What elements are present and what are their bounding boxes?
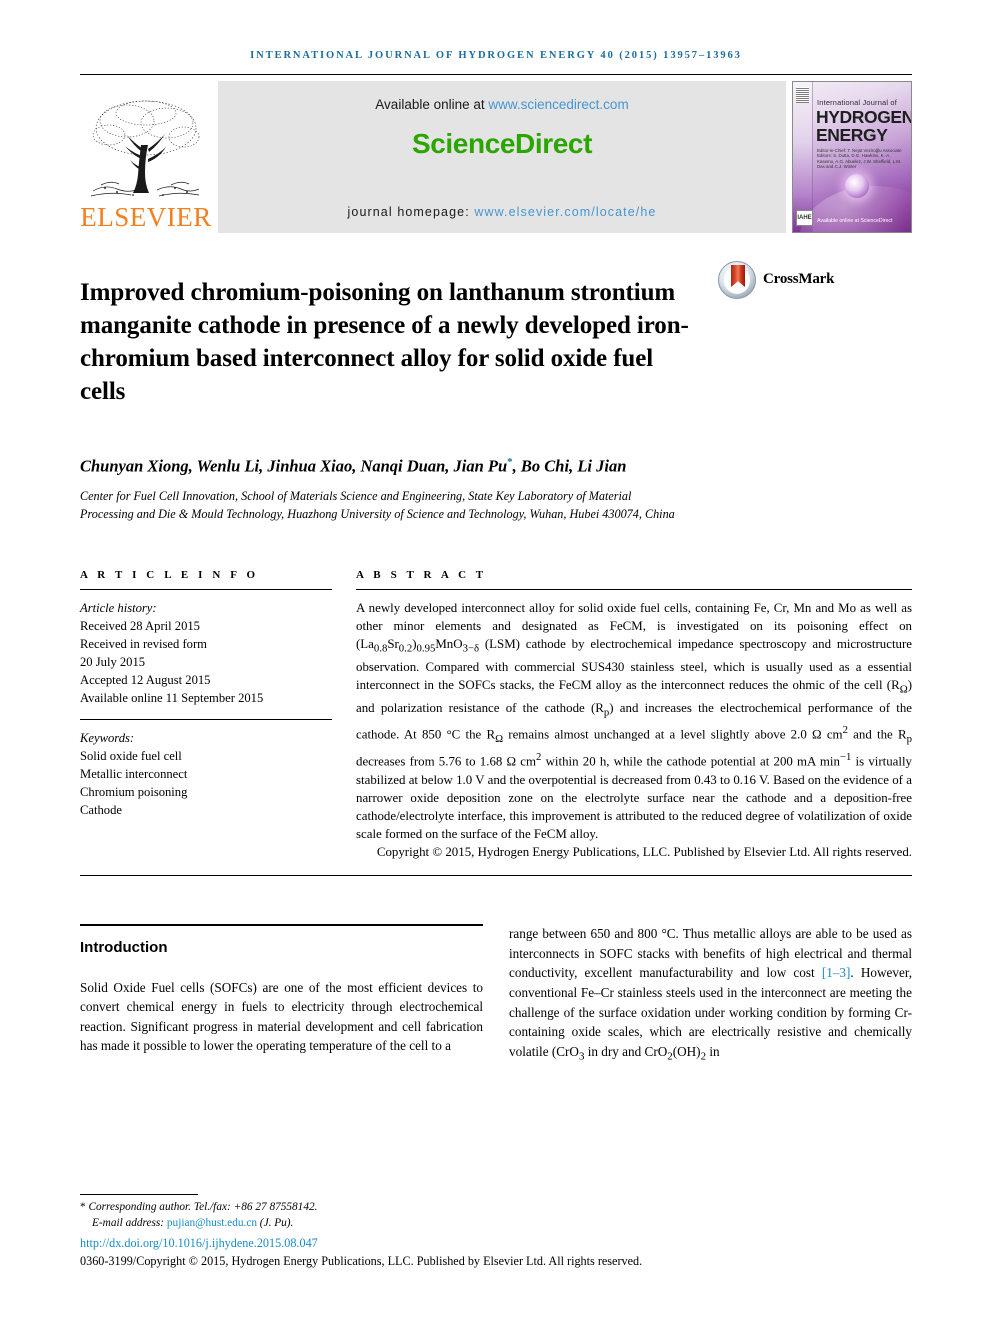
cover-title-line2: ENERGY bbox=[816, 125, 888, 145]
keyword-item: Chromium poisoning bbox=[80, 785, 188, 799]
affiliation: Center for Fuel Cell Innovation, School … bbox=[80, 489, 675, 521]
introduction-paragraph-right: range between 650 and 800 °C. Thus metal… bbox=[509, 924, 912, 1067]
body-columns: Introduction Solid Oxide Fuel cells (SOF… bbox=[80, 924, 912, 1080]
article-info-column: A R T I C L E I N F O Article history: R… bbox=[80, 569, 332, 861]
header-rule bbox=[80, 74, 912, 75]
crossmark-icon bbox=[718, 261, 756, 299]
introduction-paragraph-left: Solid Oxide Fuel cells (SOFCs) are one o… bbox=[80, 979, 483, 1054]
author-names-head: Chunyan Xiong, Wenlu Li, Jinhua Xiao, Na… bbox=[80, 456, 508, 475]
crossmark-badge[interactable]: CrossMark bbox=[718, 259, 834, 425]
abstract-part-5: remains almost unchanged at a level slig… bbox=[503, 727, 843, 742]
introduction-rule bbox=[80, 924, 483, 927]
available-online-prefix: Available online at bbox=[375, 97, 489, 112]
cover-subtitle: International Journal of bbox=[817, 98, 897, 107]
masthead: ELSEVIER Available online at www.science… bbox=[80, 81, 912, 233]
formula-sr-subscript: 0.2 bbox=[398, 642, 413, 655]
minus-one-superscript: −1 bbox=[839, 751, 852, 764]
r-omega-subscript: Ω bbox=[899, 683, 908, 696]
footnote-rule bbox=[80, 1194, 198, 1195]
journal-homepage-prefix: journal homepage: bbox=[347, 205, 475, 219]
article-info-rule bbox=[80, 589, 332, 590]
journal-homepage-line: journal homepage: www.elsevier.com/locat… bbox=[348, 205, 657, 219]
email-note: E-mail address: pujian@hust.edu.cn (J. P… bbox=[80, 1216, 912, 1232]
formula-la-subscript: 0.8 bbox=[373, 642, 388, 655]
keyword-item: Metallic interconnect bbox=[80, 767, 188, 781]
formula-sr: Sr bbox=[387, 637, 399, 652]
elsevier-wordmark: ELSEVIER bbox=[80, 202, 212, 232]
elsevier-tree-icon bbox=[87, 95, 205, 203]
abstract-copyright: Copyright © 2015, Hydrogen Energy Public… bbox=[376, 845, 912, 860]
sciencedirect-banner: Available online at www.sciencedirect.co… bbox=[218, 81, 786, 233]
keyword-item: Cathode bbox=[80, 803, 122, 817]
history-item: Available online 11 September 2015 bbox=[80, 691, 264, 705]
formula-mno: MnO bbox=[435, 637, 463, 652]
abstract-column: A B S T R A C T A newly developed interc… bbox=[356, 569, 912, 861]
issn-copyright-line: 0360-3199/Copyright © 2015, Hydrogen Ene… bbox=[80, 1254, 643, 1268]
cover-iahe-badge: IAHE bbox=[796, 210, 813, 226]
abstract-part-6: and the R bbox=[847, 727, 907, 742]
elsevier-logo: ELSEVIER bbox=[80, 81, 212, 233]
abstract-bottom-rule bbox=[80, 875, 912, 877]
cover-orb-decoration bbox=[845, 174, 869, 198]
body-left-column: Introduction Solid Oxide Fuel cells (SOF… bbox=[80, 924, 483, 1080]
cover-title-line1: HYDROGEN bbox=[816, 107, 912, 127]
paper-page: International Journal of Hydrogen Energy… bbox=[0, 0, 992, 1323]
cover-sciencedirect-mark: Available online at ScienceDirect bbox=[817, 218, 893, 224]
author-names-tail: , Bo Chi, Li Jian bbox=[512, 456, 627, 475]
doi-link[interactable]: http://dx.doi.org/10.1016/j.ijhydene.201… bbox=[80, 1236, 912, 1251]
abstract-part-7: decreases from 5.76 to 1.68 Ω cm bbox=[356, 754, 537, 769]
email-link[interactable]: pujian@hust.edu.cn bbox=[167, 1217, 257, 1229]
journal-cover-thumbnail[interactable]: International Journal of HYDROGEN ENERGY… bbox=[792, 81, 912, 233]
article-info-heading: A R T I C L E I N F O bbox=[80, 569, 259, 581]
keyword-item: Solid oxide fuel cell bbox=[80, 749, 182, 763]
crossmark-label: CrossMark bbox=[763, 271, 835, 287]
cover-elsevier-icon bbox=[796, 87, 809, 103]
intro-right-part-4: (OH) bbox=[672, 1043, 701, 1059]
column-gap bbox=[332, 569, 356, 861]
body-column-gap bbox=[483, 924, 509, 1080]
history-item: Accepted 12 August 2015 bbox=[80, 673, 211, 687]
keywords-block: Keywords: Solid oxide fuel cell Metallic… bbox=[80, 729, 332, 819]
abstract-rule bbox=[356, 589, 912, 590]
info-abstract-row: A R T I C L E I N F O Article history: R… bbox=[80, 569, 912, 861]
keywords-rule bbox=[80, 719, 332, 720]
abstract-part-8: within 20 h, while the cathode potential… bbox=[541, 754, 840, 769]
author-list: Chunyan Xiong, Wenlu Li, Jinhua Xiao, Na… bbox=[80, 451, 700, 478]
keywords-label: Keywords: bbox=[80, 731, 135, 745]
email-label: E-mail address: bbox=[92, 1216, 167, 1229]
corresponding-author-note: * Corresponding author. Tel./fax: +86 27… bbox=[80, 1200, 912, 1216]
title-row: Improved chromium-poisoning on lanthanum… bbox=[80, 259, 912, 425]
formula-close-subscript: 0.95 bbox=[416, 642, 436, 655]
article-history-block: Article history: Received 28 April 2015 … bbox=[80, 599, 332, 707]
intro-right-part-5: in bbox=[706, 1043, 720, 1059]
abstract-heading: A B S T R A C T bbox=[356, 569, 487, 581]
history-item: Received 28 April 2015 bbox=[80, 619, 200, 633]
history-item: Received in revised form bbox=[80, 637, 207, 651]
abstract-body: A newly developed interconnect alloy for… bbox=[356, 599, 912, 843]
sciencedirect-logo[interactable]: ScienceDirect bbox=[412, 128, 592, 160]
citation-link-1-3[interactable]: [1–3] bbox=[822, 965, 851, 980]
email-tail: (J. Pu). bbox=[256, 1216, 294, 1229]
page-title: Improved chromium-poisoning on lanthanum… bbox=[80, 278, 689, 405]
corresponding-author-text: Corresponding author. Tel./fax: +86 27 8… bbox=[85, 1201, 318, 1213]
history-item: 20 July 2015 bbox=[80, 655, 146, 669]
cover-editors: Editor-in-Chief: T. Nejat Veziroğlu Asso… bbox=[817, 148, 902, 170]
journal-homepage-link[interactable]: www.elsevier.com/locate/he bbox=[474, 205, 656, 219]
formula-mno-subscript: 3−δ bbox=[462, 642, 480, 655]
body-right-column: range between 650 and 800 °C. Thus metal… bbox=[509, 924, 912, 1080]
introduction-heading: Introduction bbox=[80, 938, 168, 956]
footnote-block: * Corresponding author. Tel./fax: +86 27… bbox=[80, 1194, 912, 1269]
r-omega-subscript-2: Ω bbox=[495, 733, 504, 746]
article-history-label: Article history: bbox=[80, 601, 157, 615]
intro-right-part-3: in dry and CrO bbox=[584, 1043, 668, 1059]
available-online-line: Available online at www.sciencedirect.co… bbox=[375, 97, 628, 112]
running-head: International Journal of Hydrogen Energy… bbox=[250, 50, 742, 61]
r-p-subscript-2: p bbox=[906, 733, 912, 746]
sciencedirect-url-link[interactable]: www.sciencedirect.com bbox=[488, 97, 628, 112]
